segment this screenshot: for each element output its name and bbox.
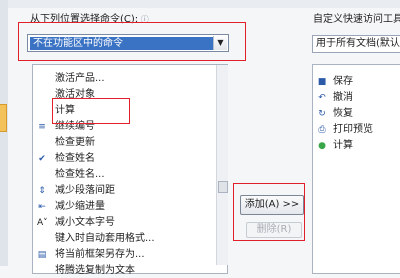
list-item[interactable]: 激活产品... (33, 72, 216, 86)
frame-icon: ▤ (37, 250, 47, 260)
list-item[interactable]: ⇕ 减少段落间距 (33, 184, 216, 198)
list-item[interactable]: 键入时自动套用格式... (33, 232, 216, 246)
scrollbar-thumb[interactable] (218, 181, 228, 193)
list-item[interactable]: ✔ 检查姓名 (33, 152, 216, 166)
highlight-box (233, 183, 305, 241)
list-item[interactable]: ■ 保存 (313, 75, 400, 89)
left-nav-selected-tab[interactable] (0, 104, 7, 132)
calculate-icon: ● (318, 141, 326, 151)
list-item[interactable]: 检查更新 (33, 136, 216, 150)
highlight-box (52, 98, 130, 124)
list-item[interactable]: ⇤ 减少缩进量 (33, 200, 216, 214)
indent-icon: ⇤ (38, 202, 46, 212)
list-item[interactable]: ● 计算 (313, 139, 400, 153)
list-item[interactable]: ↶ 撤消 (313, 91, 400, 105)
list-item[interactable]: ↻ 恢复 (313, 107, 400, 121)
list-item[interactable]: 检查姓名... (33, 168, 216, 182)
commands-list-scrollbar[interactable] (216, 65, 228, 265)
qat-scope-dropdown[interactable]: 用于所有文档(默认) (312, 35, 400, 53)
save-icon: ■ (317, 77, 327, 87)
number-icon: ≡ (38, 122, 46, 132)
list-item[interactable]: A˅ 减小文本字号 (33, 216, 216, 230)
list-item[interactable]: 将腾选复制为文本 (33, 264, 216, 278)
highlight-box (18, 22, 246, 61)
undo-icon: ↶ (318, 93, 326, 103)
left-nav-edge (0, 0, 8, 266)
font-size-icon: A˅ (37, 218, 48, 228)
list-item[interactable]: ⎙ 打印预览 (313, 123, 400, 137)
customize-qat-label: 自定义快速访问工具 (313, 14, 400, 25)
window-top-strip (0, 0, 400, 8)
qat-commands-list[interactable]: ■ 保存 ↶ 撤消 ↻ 恢复 ⎙ 打印预览 ● 计算 (312, 64, 400, 274)
list-item[interactable]: ▤ 将当前框架另存为... (33, 248, 216, 262)
print-preview-icon: ⎙ (318, 125, 326, 135)
commands-list[interactable]: 激活产品... 激活对象 计算 ≡ 继续编号 检查更新 ✔ 检查姓名 检查姓名.… (32, 64, 228, 276)
redo-icon: ↻ (318, 109, 326, 119)
paragraph-spacing-icon: ⇕ (38, 186, 46, 196)
check-name-icon: ✔ (38, 154, 46, 164)
